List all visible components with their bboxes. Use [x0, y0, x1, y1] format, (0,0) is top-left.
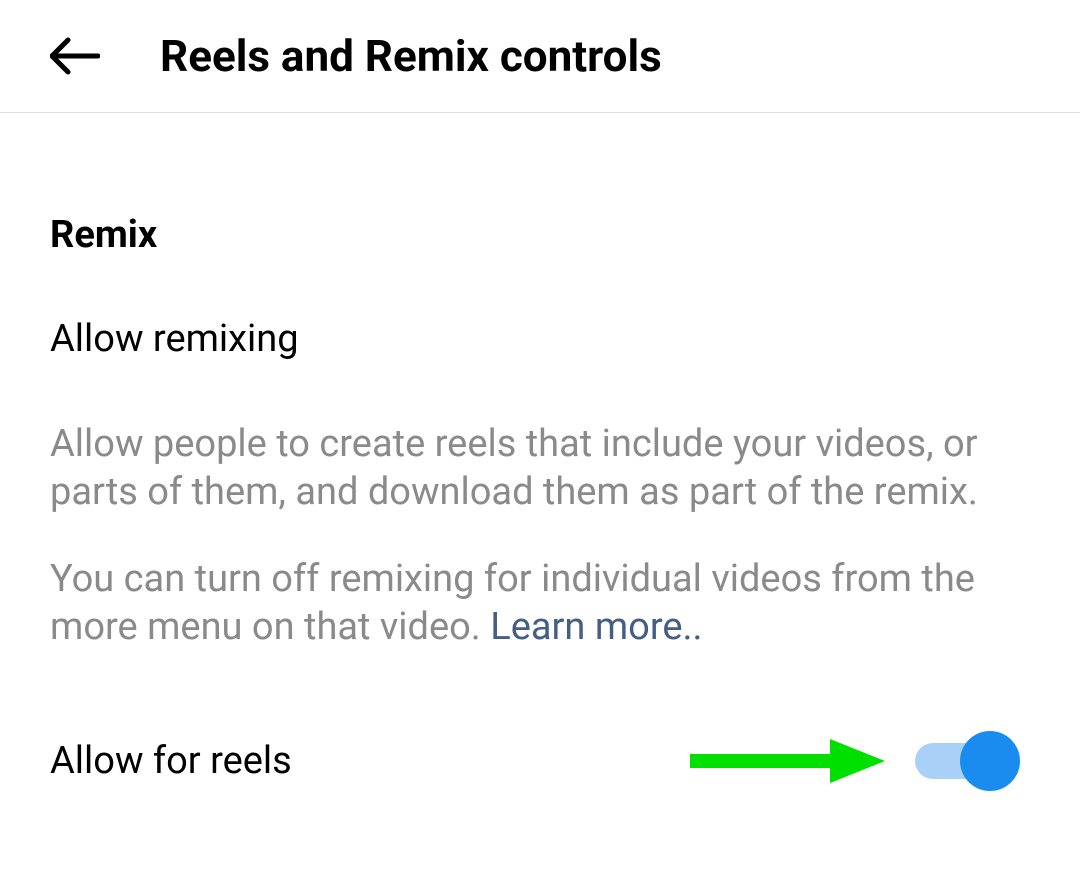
allow-for-reels-toggle[interactable] — [915, 731, 1020, 791]
header-bar: Reels and Remix controls — [0, 0, 1080, 113]
learn-more-link[interactable]: Learn more.. — [490, 605, 702, 649]
allow-remixing-heading: Allow remixing — [50, 317, 1030, 361]
content-area: Remix Allow remixing Allow people to cre… — [0, 113, 1080, 831]
arrow-right-icon — [685, 731, 885, 791]
back-arrow-icon[interactable] — [50, 36, 100, 76]
allow-for-reels-label: Allow for reels — [50, 739, 292, 783]
remix-description-2: You can turn off remixing for individual… — [50, 556, 1030, 651]
toggle-thumb — [960, 731, 1020, 791]
section-title-remix: Remix — [50, 213, 1030, 257]
toggle-right-group — [685, 731, 1020, 791]
page-title: Reels and Remix controls — [160, 30, 662, 82]
remix-description-1: Allow people to create reels that includ… — [50, 421, 1030, 516]
allow-for-reels-row: Allow for reels — [50, 731, 1030, 791]
